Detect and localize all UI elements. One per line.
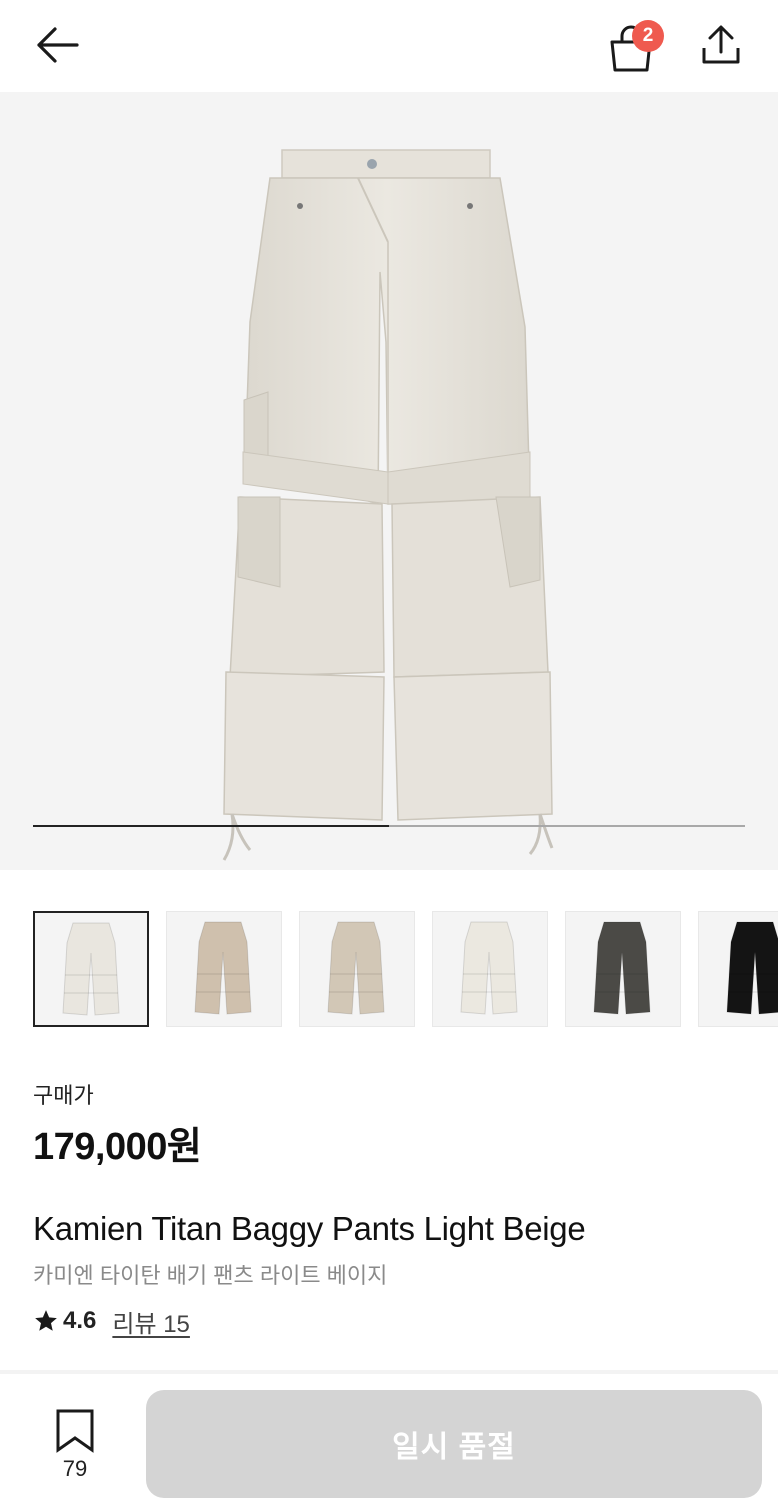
thumbnail-pants-image xyxy=(62,922,120,1016)
rating-value: 4.6 xyxy=(63,1307,97,1334)
product-name-en: Kamien Titan Baggy Pants Light Beige xyxy=(33,1210,586,1247)
star-icon xyxy=(35,1310,57,1331)
bookmark-icon xyxy=(56,1409,94,1453)
cart-button[interactable]: 2 xyxy=(600,16,664,74)
product-name-ko: 카미엔 타이탄 배기 팬츠 라이트 베이지 xyxy=(33,1263,388,1288)
thumbnail-6[interactable] xyxy=(698,911,778,1027)
thumbnail-5[interactable] xyxy=(565,911,681,1027)
thumbnail-3[interactable] xyxy=(299,911,415,1027)
pants-main-image xyxy=(222,149,554,861)
thumbnail-pants-image xyxy=(593,921,651,1015)
top-app-bar: 2 xyxy=(0,0,778,92)
price-value: 179,000원 xyxy=(33,1126,202,1168)
thumbnail-pants-image xyxy=(460,921,518,1015)
rating-row: 4.6 리뷰 15 xyxy=(33,1304,190,1339)
thumbnail-pants-image xyxy=(327,921,385,1015)
thumbnail-strip[interactable] xyxy=(33,911,778,1029)
thumbnail-pants-image xyxy=(194,921,252,1015)
back-button[interactable] xyxy=(30,22,82,68)
thumbnail-pants-image xyxy=(726,921,778,1015)
thumbnail-4[interactable] xyxy=(432,911,548,1027)
share-button[interactable] xyxy=(694,18,748,70)
carousel-progress-track xyxy=(33,825,745,827)
product-image-carousel[interactable] xyxy=(0,92,778,870)
bottom-action-bar: 79 일시 품절 xyxy=(0,1374,778,1500)
share-upload-icon xyxy=(702,25,740,64)
bookmark-count: 79 xyxy=(62,1456,88,1481)
arrow-left-icon xyxy=(37,27,79,63)
price-label: 구매가 xyxy=(33,1083,94,1108)
carousel-progress-fill xyxy=(33,825,389,827)
soldout-button[interactable]: 일시 품절 xyxy=(146,1390,762,1498)
review-link[interactable]: 리뷰 15 xyxy=(112,1304,190,1339)
thumbnail-1[interactable] xyxy=(33,911,149,1027)
cart-count-badge: 2 xyxy=(632,20,664,52)
bookmark-button[interactable]: 79 xyxy=(44,1404,106,1484)
thumbnail-2[interactable] xyxy=(166,911,282,1027)
